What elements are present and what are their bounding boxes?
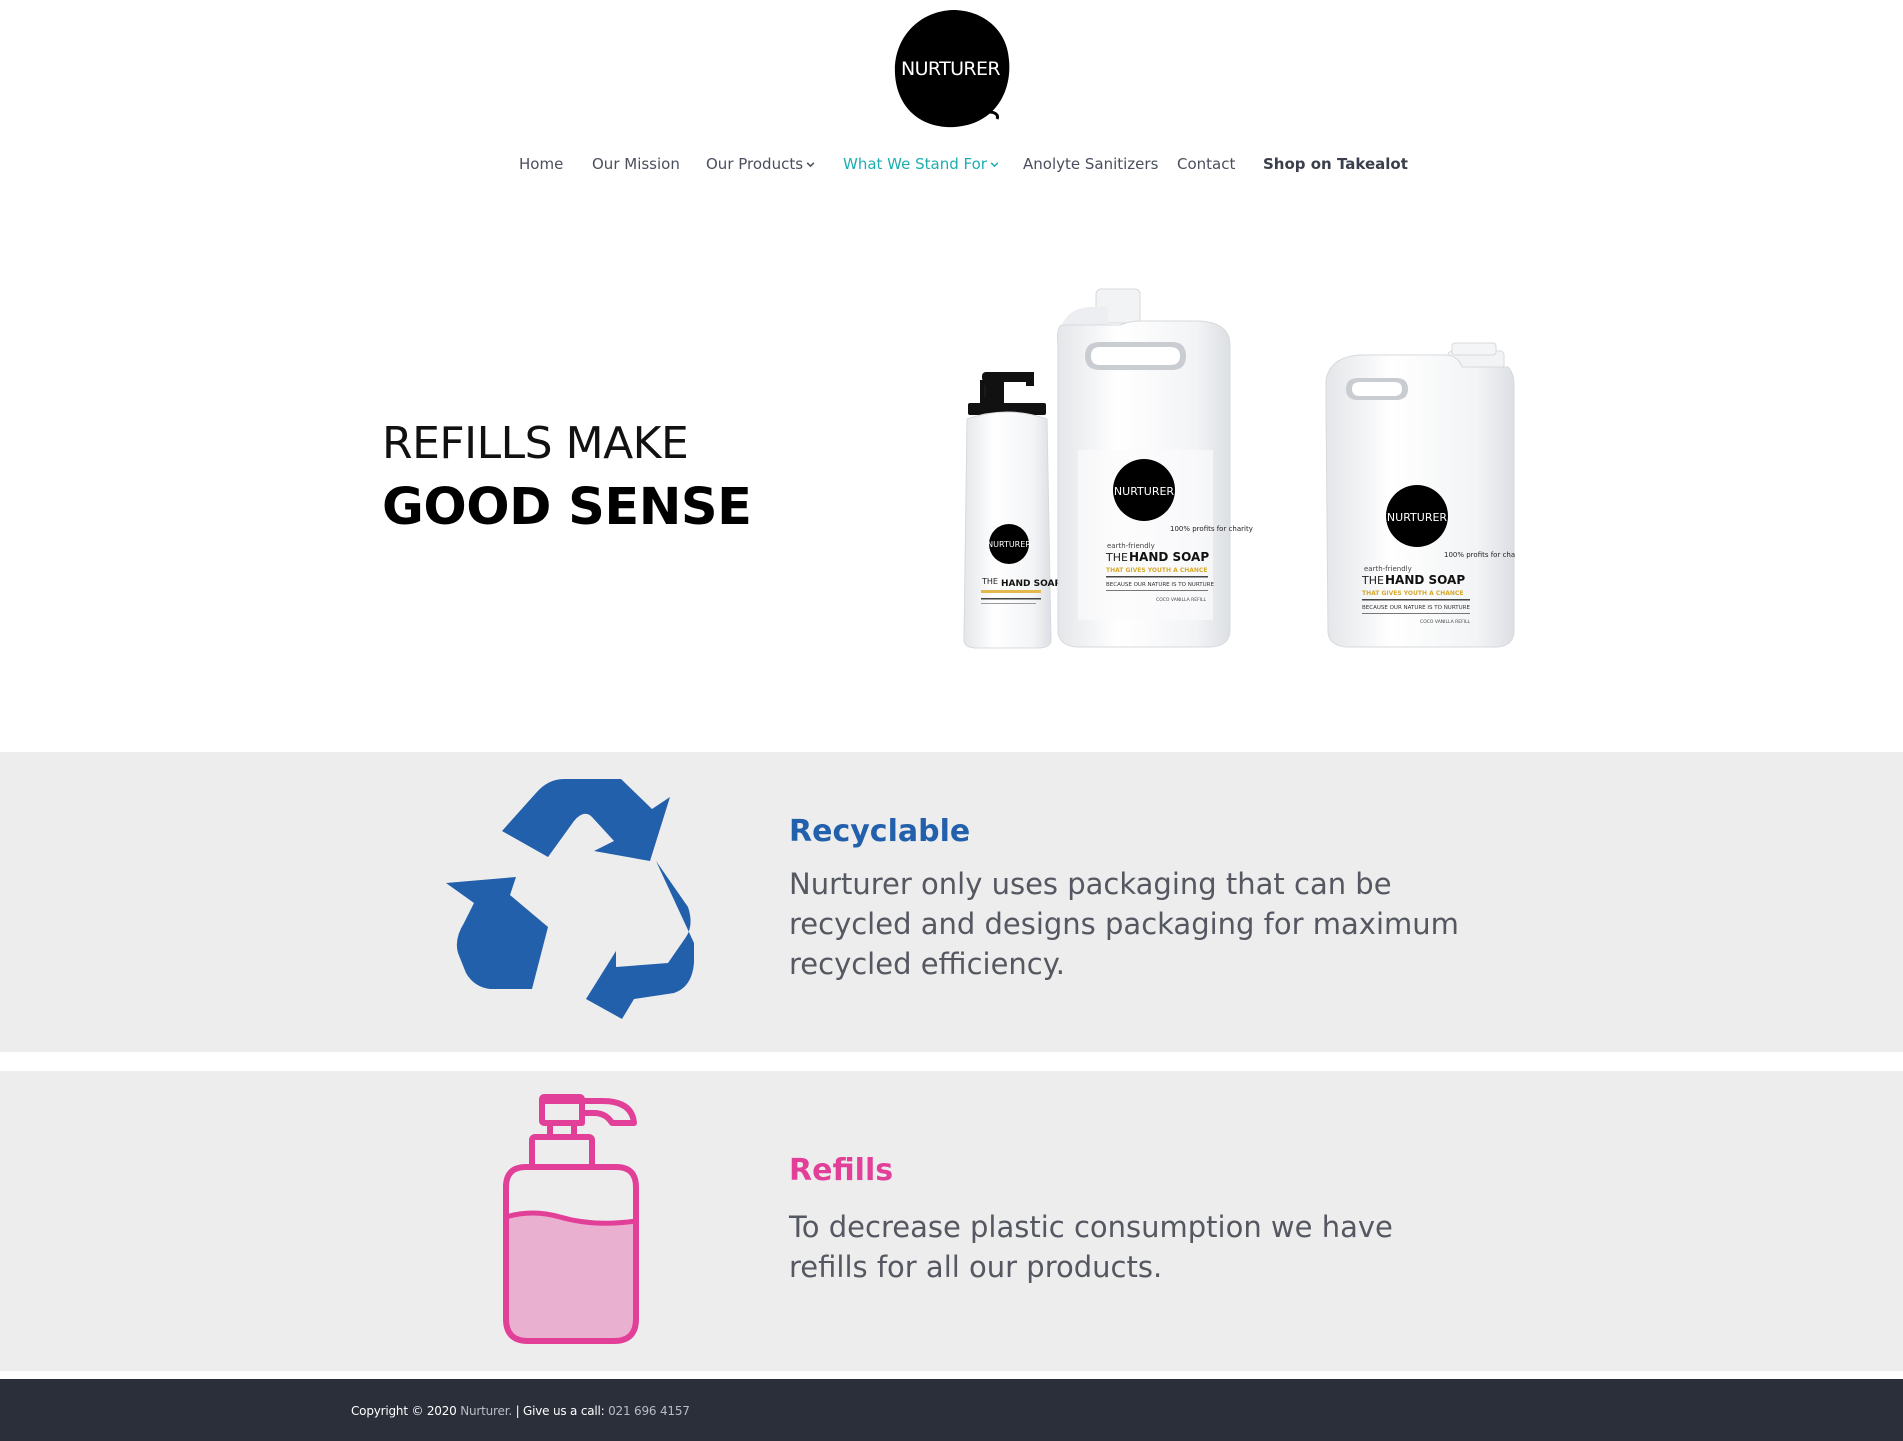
footer-phone-link[interactable]: 021 696 4157 xyxy=(608,1404,690,1418)
recyclable-text: Nurturer only uses packaging that can be… xyxy=(789,867,1459,981)
logo-text: NURTURER xyxy=(900,58,1001,80)
medium-can-eco: earth-friendly xyxy=(1364,565,1412,573)
soap-dispenser-icon xyxy=(503,1094,639,1344)
refills-text: To decrease plastic consumption we have … xyxy=(789,1210,1393,1284)
large-can-the: THE xyxy=(1105,551,1128,564)
medium-can-product: HAND SOAP xyxy=(1385,573,1465,587)
nav-item-anolyte-sanitizers[interactable]: Anolyte Sanitizers xyxy=(1023,154,1158,174)
feature-refills: Refills To decrease plastic consumption … xyxy=(0,1071,1903,1371)
nav-item-our-products[interactable]: Our Products xyxy=(706,154,816,174)
hero-title-line1: REFILLS MAKE xyxy=(382,418,689,469)
main-navigation: Home Our Mission Our Products What We St… xyxy=(0,150,1903,178)
medium-can-the: THE xyxy=(1361,574,1384,587)
nav-item-contact[interactable]: Contact xyxy=(1177,154,1235,174)
large-can-variant: COCO VANILLA REFILL xyxy=(1156,597,1206,603)
pump-bottle-brand: NURTURER xyxy=(987,540,1031,549)
chevron-down-icon xyxy=(990,162,999,168)
pump-bottle-product: HAND SOAP xyxy=(1001,579,1061,589)
medium-can-slogan: BECAUSE OUR NATURE IS TO NURTURE xyxy=(1362,605,1470,611)
nav-item-what-we-stand-for-label: What We Stand For xyxy=(843,155,987,173)
pump-bottle-the: THE xyxy=(981,577,998,586)
pump-bottle: NURTURER THE HAND SOAP xyxy=(963,372,1061,649)
feature-recyclable: Recyclable Nurturer only uses packaging … xyxy=(0,752,1903,1052)
chevron-down-icon xyxy=(806,162,815,168)
medium-can-tagline: 100% profits for charity xyxy=(1444,551,1515,559)
large-can-subtitle: THAT GIVES YOUTH A CHANCE xyxy=(1106,567,1207,574)
large-can-brand: NURTURER xyxy=(1114,485,1174,498)
large-can-eco: earth-friendly xyxy=(1107,542,1155,550)
hand-soap-products-image: NURTURER THE HAND SOAP NURTURER 100% pro… xyxy=(963,288,1515,649)
medium-can-variant: COCO VANILLA REFILL xyxy=(1420,619,1470,625)
medium-refill-can: NURTURER 100% profits for charity earth-… xyxy=(1325,342,1515,648)
refills-title: Refills xyxy=(789,1153,894,1188)
copyright-text: Copyright © 2020 xyxy=(351,1404,457,1418)
call-label: | Give us a call: xyxy=(515,1404,605,1418)
footer-copyright-line: Copyright © 2020 Nurturer. | Give us a c… xyxy=(351,1404,690,1418)
large-can-product: HAND SOAP xyxy=(1129,550,1209,564)
large-refill-can: NURTURER 100% profits for charity earth-… xyxy=(1057,288,1253,648)
medium-can-subtitle: THAT GIVES YOUTH A CHANCE xyxy=(1362,590,1463,597)
recyclable-title: Recyclable xyxy=(789,814,971,849)
site-footer: Copyright © 2020 Nurturer. | Give us a c… xyxy=(0,1379,1903,1441)
recycle-icon xyxy=(446,779,694,1019)
nav-item-what-we-stand-for[interactable]: What We Stand For xyxy=(843,154,1000,174)
nav-item-shop-on-takealot[interactable]: Shop on Takealot xyxy=(1263,154,1408,174)
footer-company-link[interactable]: Nurturer. xyxy=(460,1404,512,1418)
large-can-tagline: 100% profits for charity xyxy=(1170,525,1253,533)
large-can-slogan: BECAUSE OUR NATURE IS TO NURTURE xyxy=(1106,582,1214,588)
hero-title-line2: GOOD SENSE xyxy=(382,478,752,537)
medium-can-brand: NURTURER xyxy=(1387,511,1447,524)
nav-item-our-mission[interactable]: Our Mission xyxy=(592,154,680,174)
nav-item-our-products-label: Our Products xyxy=(706,155,804,173)
nav-item-home[interactable]: Home xyxy=(519,154,563,174)
